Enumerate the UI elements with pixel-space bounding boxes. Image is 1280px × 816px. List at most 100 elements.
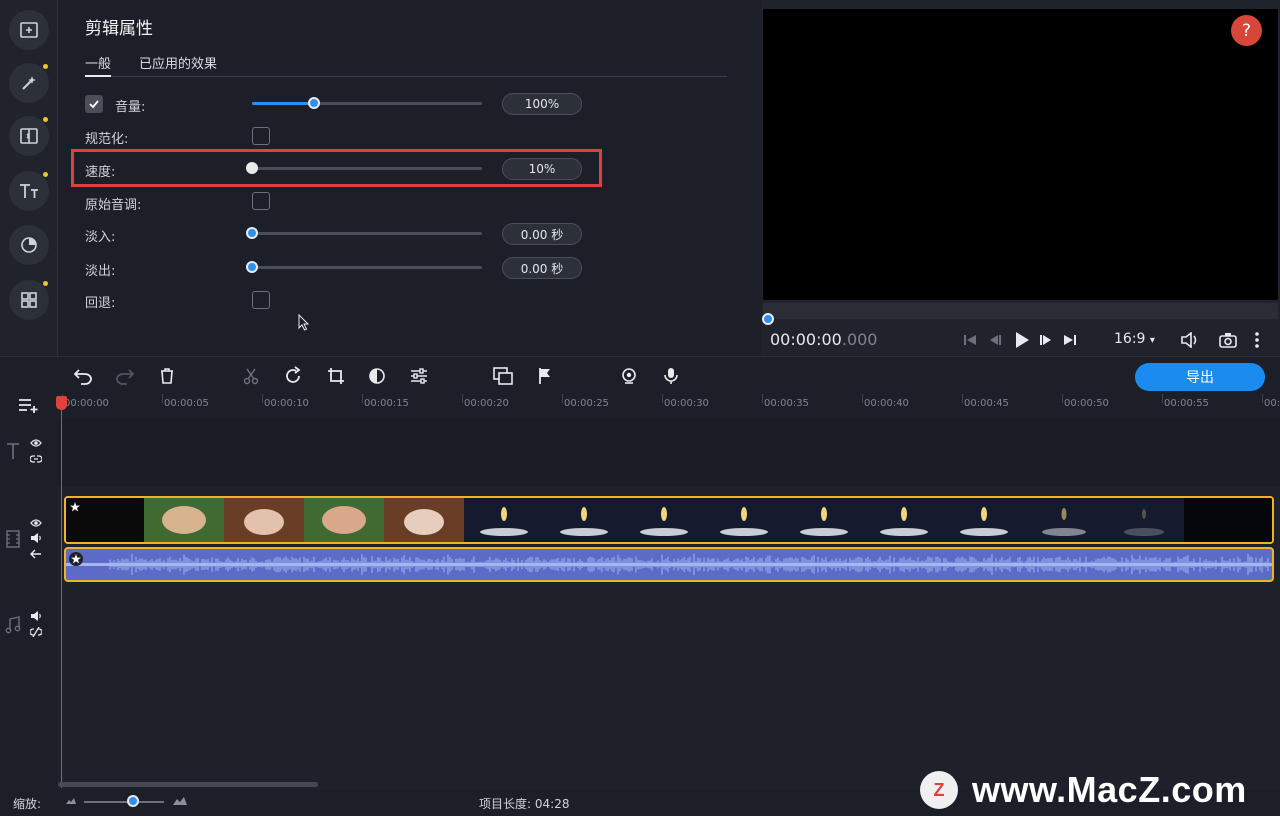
add-track-icon[interactable]	[18, 396, 40, 414]
previous-frame-icon[interactable]	[987, 330, 1003, 350]
crop-icon[interactable]	[326, 366, 346, 386]
fade-out-slider-knob[interactable]	[246, 261, 258, 273]
star-icon[interactable]	[70, 502, 80, 512]
rail-badge-dot	[43, 172, 48, 177]
zoom-out-icon[interactable]	[65, 797, 77, 805]
ruler-tick-label: 00:00:35	[764, 398, 809, 409]
rotate-icon[interactable]	[283, 366, 303, 386]
volume-value[interactable]: 100%	[502, 93, 582, 115]
magic-wand-icon[interactable]	[9, 63, 49, 103]
preview-panel: ? 00:00:00.000 16:9 ▾	[761, 0, 1280, 356]
ruler-tick-label: 00:00:25	[564, 398, 609, 409]
audio-clip[interactable]	[64, 547, 1274, 582]
normalize-label: 规范化:	[85, 132, 129, 147]
skip-to-end-icon[interactable]	[1062, 330, 1078, 350]
link-icon[interactable]	[30, 454, 42, 464]
volume-checkbox[interactable]	[85, 95, 103, 113]
transitions-icon[interactable]	[9, 116, 49, 156]
chevron-down-icon: ▾	[1149, 335, 1155, 346]
ruler-tick-label: 00:00:45	[964, 398, 1009, 409]
rail-badge-dot	[43, 64, 48, 69]
preview-progress-bar[interactable]	[763, 303, 1278, 319]
marker-flag-icon[interactable]	[535, 366, 555, 386]
timeline-scrollbar[interactable]	[58, 782, 318, 787]
fade-out-label: 淡出:	[85, 264, 116, 279]
video-clip[interactable]	[64, 496, 1274, 544]
ruler-tick-line	[162, 394, 163, 403]
fade-in-slider-knob[interactable]	[246, 227, 258, 239]
play-icon[interactable]	[1012, 330, 1032, 350]
speed-highlight-box	[71, 149, 602, 187]
preview-screen[interactable]	[763, 9, 1278, 300]
rail-badge-dot	[43, 117, 48, 122]
fade-out-slider[interactable]	[246, 261, 482, 273]
color-adjust-icon[interactable]	[367, 366, 387, 386]
duration-value: 04:28	[534, 797, 570, 811]
redo-icon[interactable]	[115, 366, 135, 386]
microphone-icon[interactable]	[661, 366, 681, 386]
more-options-icon[interactable]	[1251, 330, 1263, 350]
ruler-tick-label: 00:00:55	[1164, 398, 1209, 409]
volume-slider-knob[interactable]	[308, 97, 321, 109]
active-tab-indicator	[85, 75, 111, 77]
timeline-tracks[interactable]	[58, 418, 1280, 790]
export-button[interactable]: 导出	[1135, 363, 1265, 391]
volume-slider[interactable]	[252, 97, 482, 109]
tool-rail	[0, 0, 58, 356]
star-icon[interactable]	[69, 552, 83, 566]
more-tools-grid-icon[interactable]	[9, 280, 49, 320]
fade-in-value[interactable]: 0.00 秒	[502, 223, 582, 245]
fade-in-slider[interactable]	[246, 227, 482, 239]
unlink-icon[interactable]	[30, 627, 42, 637]
zoom-slider-knob[interactable]	[127, 795, 139, 807]
ruler-tick-line	[462, 394, 463, 403]
next-frame-icon[interactable]	[1038, 330, 1054, 350]
ruler-tick-label: 00:00:50	[1064, 398, 1109, 409]
ruler-tick-label: 00:00:15	[364, 398, 409, 409]
fade-out-value[interactable]: 0.00 秒	[502, 257, 582, 279]
ruler-tick-line	[1162, 394, 1163, 403]
zoom-in-icon[interactable]	[172, 796, 188, 806]
camera-snapshot-icon[interactable]	[1217, 330, 1239, 350]
preview-timecode: 00:00:00.000	[770, 330, 877, 349]
overlay-icon[interactable]	[493, 366, 513, 386]
clip-settings-icon[interactable]	[409, 366, 429, 386]
tab-general[interactable]: 一般	[85, 53, 111, 72]
text-track[interactable]	[58, 418, 1280, 486]
volume-icon[interactable]	[1179, 330, 1201, 350]
reverse-checkbox[interactable]	[252, 291, 270, 309]
cut-icon[interactable]	[241, 366, 261, 386]
volume-slider-fill	[252, 102, 315, 105]
ruler-tick-line	[762, 394, 763, 403]
undo-icon[interactable]	[73, 366, 93, 386]
ruler-tick-line	[562, 394, 563, 403]
original-pitch-checkbox[interactable]	[252, 192, 270, 210]
aspect-ratio-select[interactable]: 16:9 ▾	[1114, 331, 1155, 347]
tab-divider	[85, 76, 727, 77]
webcam-record-icon[interactable]	[619, 366, 639, 386]
back-arrow-icon[interactable]	[30, 549, 42, 559]
help-button[interactable]: ?	[1231, 15, 1262, 46]
normalize-checkbox[interactable]	[252, 127, 270, 145]
reverse-label: 回退:	[85, 296, 116, 311]
import-files-icon[interactable]	[9, 10, 49, 50]
speaker-icon[interactable]	[30, 611, 42, 621]
audio-waveform	[66, 553, 1272, 576]
ruler-tick-label: 00:00:05	[164, 398, 209, 409]
stickers-icon[interactable]	[9, 225, 49, 265]
ruler-tick-line	[862, 394, 863, 403]
eye-icon[interactable]	[30, 518, 42, 528]
tab-applied-effects[interactable]: 已应用的效果	[139, 53, 217, 72]
preview-progress-knob[interactable]	[762, 313, 774, 325]
skip-to-start-icon[interactable]	[962, 330, 978, 350]
panel-title: 剪辑属性	[85, 19, 153, 39]
titles-icon[interactable]	[9, 171, 49, 211]
playhead-handle[interactable]	[56, 396, 67, 410]
video-track-icon	[6, 530, 20, 548]
timeline-ruler[interactable]: 00:00:00 00:00:05 00:00:10 00:00:15 00:00:20…	[0, 394, 1280, 418]
speaker-icon[interactable]	[30, 533, 42, 543]
delete-icon[interactable]	[157, 366, 177, 386]
ruler-tick-line	[962, 394, 963, 403]
zoom-slider[interactable]	[84, 801, 164, 803]
eye-icon[interactable]	[30, 438, 42, 448]
